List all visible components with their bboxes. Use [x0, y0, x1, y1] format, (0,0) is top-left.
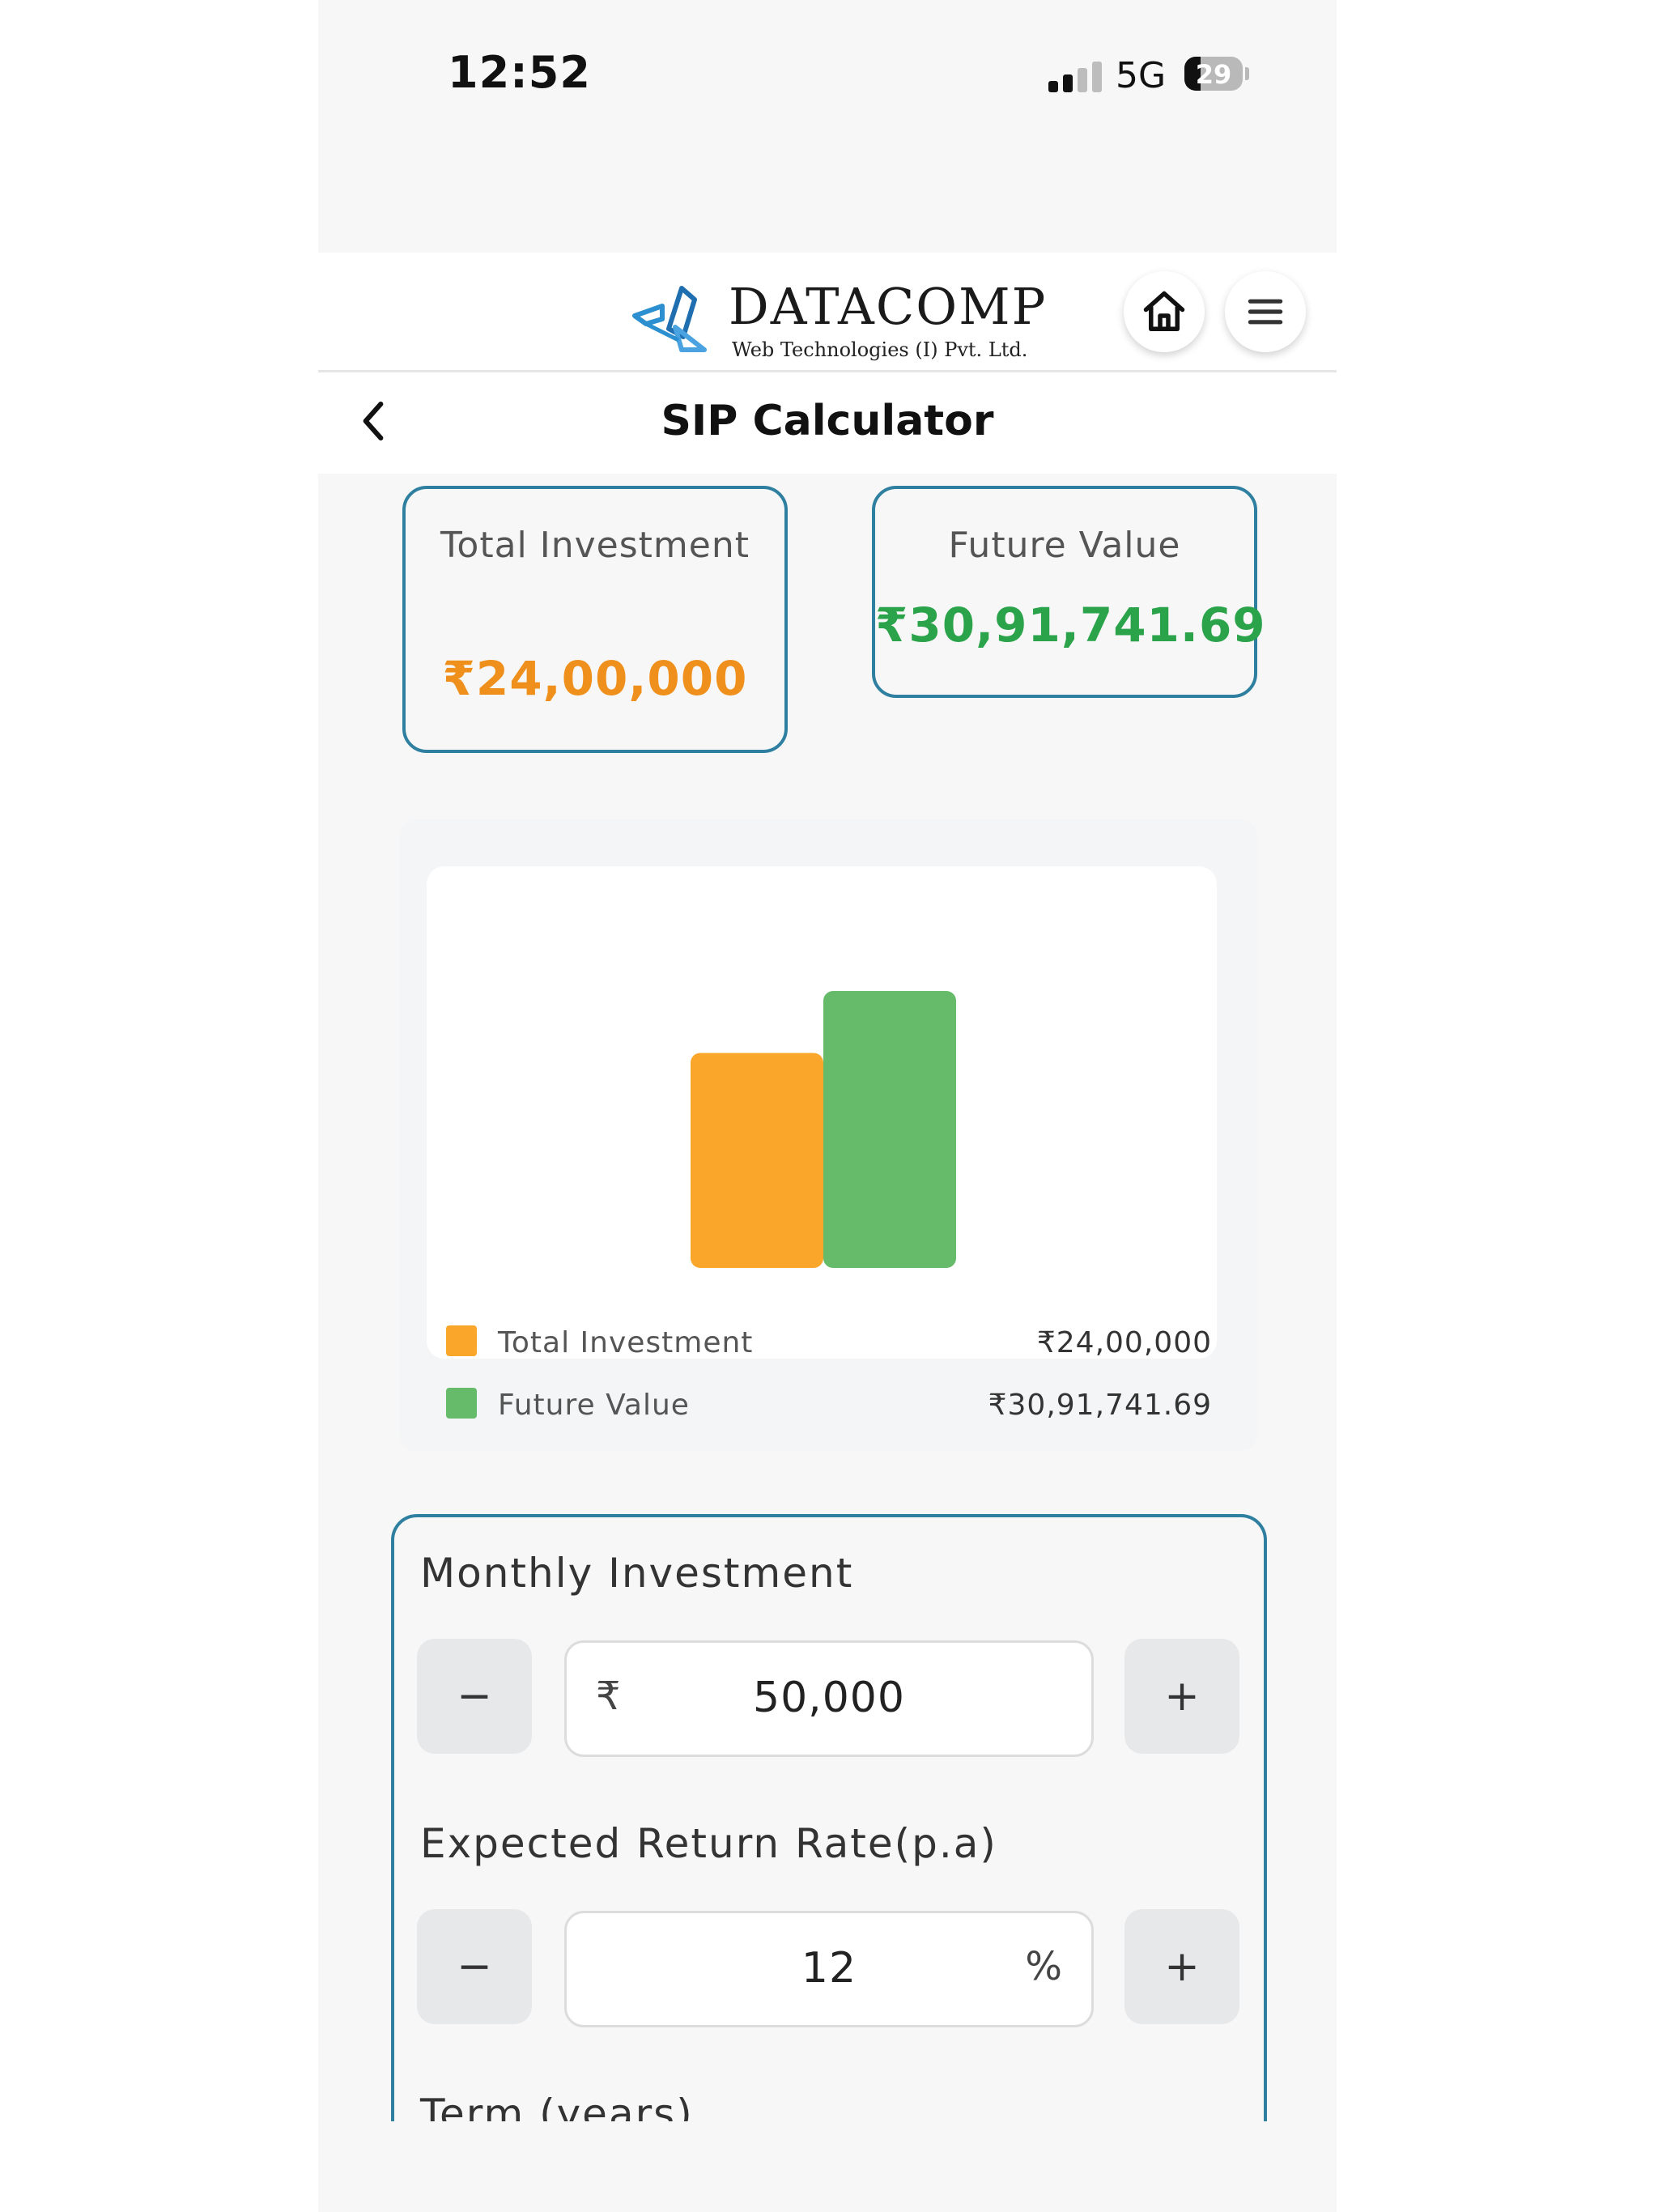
legend-value: ₹24,00,000 — [1036, 1326, 1212, 1359]
page-title: SIP Calculator — [661, 397, 994, 445]
status-time: 12:52 — [448, 47, 591, 98]
logo-title: DATACOMP — [729, 277, 1048, 336]
bottom-area — [318, 2121, 1337, 2212]
monthly-investment-increment-button[interactable]: + — [1124, 1639, 1239, 1754]
chart-panel — [427, 866, 1217, 1359]
battery-level: 29 — [1195, 59, 1232, 90]
title-bar: SIP Calculator — [318, 372, 1337, 474]
battery-nub — [1245, 67, 1249, 80]
monthly-investment-value: 50,000 — [753, 1674, 905, 1722]
total-investment-card: Total Investment ₹24,00,000 — [402, 486, 788, 753]
return-rate-input[interactable]: 12 % — [564, 1911, 1094, 2027]
legend-label: Future Value — [498, 1389, 690, 1422]
monthly-investment-input[interactable]: ₹ 50,000 — [564, 1640, 1094, 1757]
return-rate-value: 12 — [801, 1944, 857, 1993]
monthly-investment-label: Monthly Investment — [420, 1550, 854, 1597]
home-icon — [1143, 291, 1185, 331]
total-investment-value: ₹24,00,000 — [442, 651, 748, 706]
home-button[interactable] — [1124, 271, 1205, 352]
legend-value: ₹30,91,741.69 — [988, 1389, 1212, 1422]
legend-label: Total Investment — [498, 1326, 754, 1359]
return-rate-decrement-button[interactable]: − — [417, 1909, 532, 2024]
datacomp-logo[interactable]: DATACOMP Web Technologies (I) Pvt. Ltd. — [630, 269, 1051, 361]
future-value-label: Future Value — [948, 525, 1181, 566]
bar-chart — [691, 991, 956, 1268]
logo-subtitle: Web Technologies (I) Pvt. Ltd. — [732, 338, 1028, 361]
app-header: DATACOMP Web Technologies (I) Pvt. Ltd. — [318, 253, 1337, 372]
legend-row-total-investment: Total Investment ₹24,00,000 — [446, 1321, 1212, 1362]
phone-screen: 12:52 5G 29 DATACOMP Web Technologies (I… — [318, 0, 1337, 2212]
menu-button[interactable] — [1225, 271, 1306, 352]
logo-mark-icon — [632, 286, 707, 352]
monthly-investment-decrement-button[interactable]: − — [417, 1639, 532, 1754]
legend-swatch — [446, 1388, 477, 1419]
network-type: 5G — [1116, 55, 1167, 96]
chart-section: Total Investment ₹24,00,000 Future Value… — [399, 819, 1257, 1451]
bar-total-investment — [691, 1053, 823, 1268]
hamburger-menu-icon — [1248, 299, 1283, 325]
return-rate-label: Expected Return Rate(p.a) — [420, 1820, 997, 1867]
future-value-value: ₹30,91,741.69 — [875, 598, 1266, 653]
percent-symbol: % — [1025, 1944, 1062, 1989]
bar-future-value — [823, 991, 956, 1268]
signal-icon — [1048, 60, 1105, 92]
total-investment-label: Total Investment — [440, 525, 750, 566]
legend-swatch — [446, 1325, 477, 1356]
future-value-card: Future Value ₹30,91,741.69 — [872, 486, 1266, 698]
sip-input-form: Monthly Investment − ₹ 50,000 + Expected… — [391, 1514, 1267, 2212]
legend-row-future-value: Future Value ₹30,91,741.69 — [446, 1384, 1212, 1424]
battery-icon: 29 — [1184, 57, 1243, 91]
return-rate-increment-button[interactable]: + — [1124, 1909, 1239, 2024]
